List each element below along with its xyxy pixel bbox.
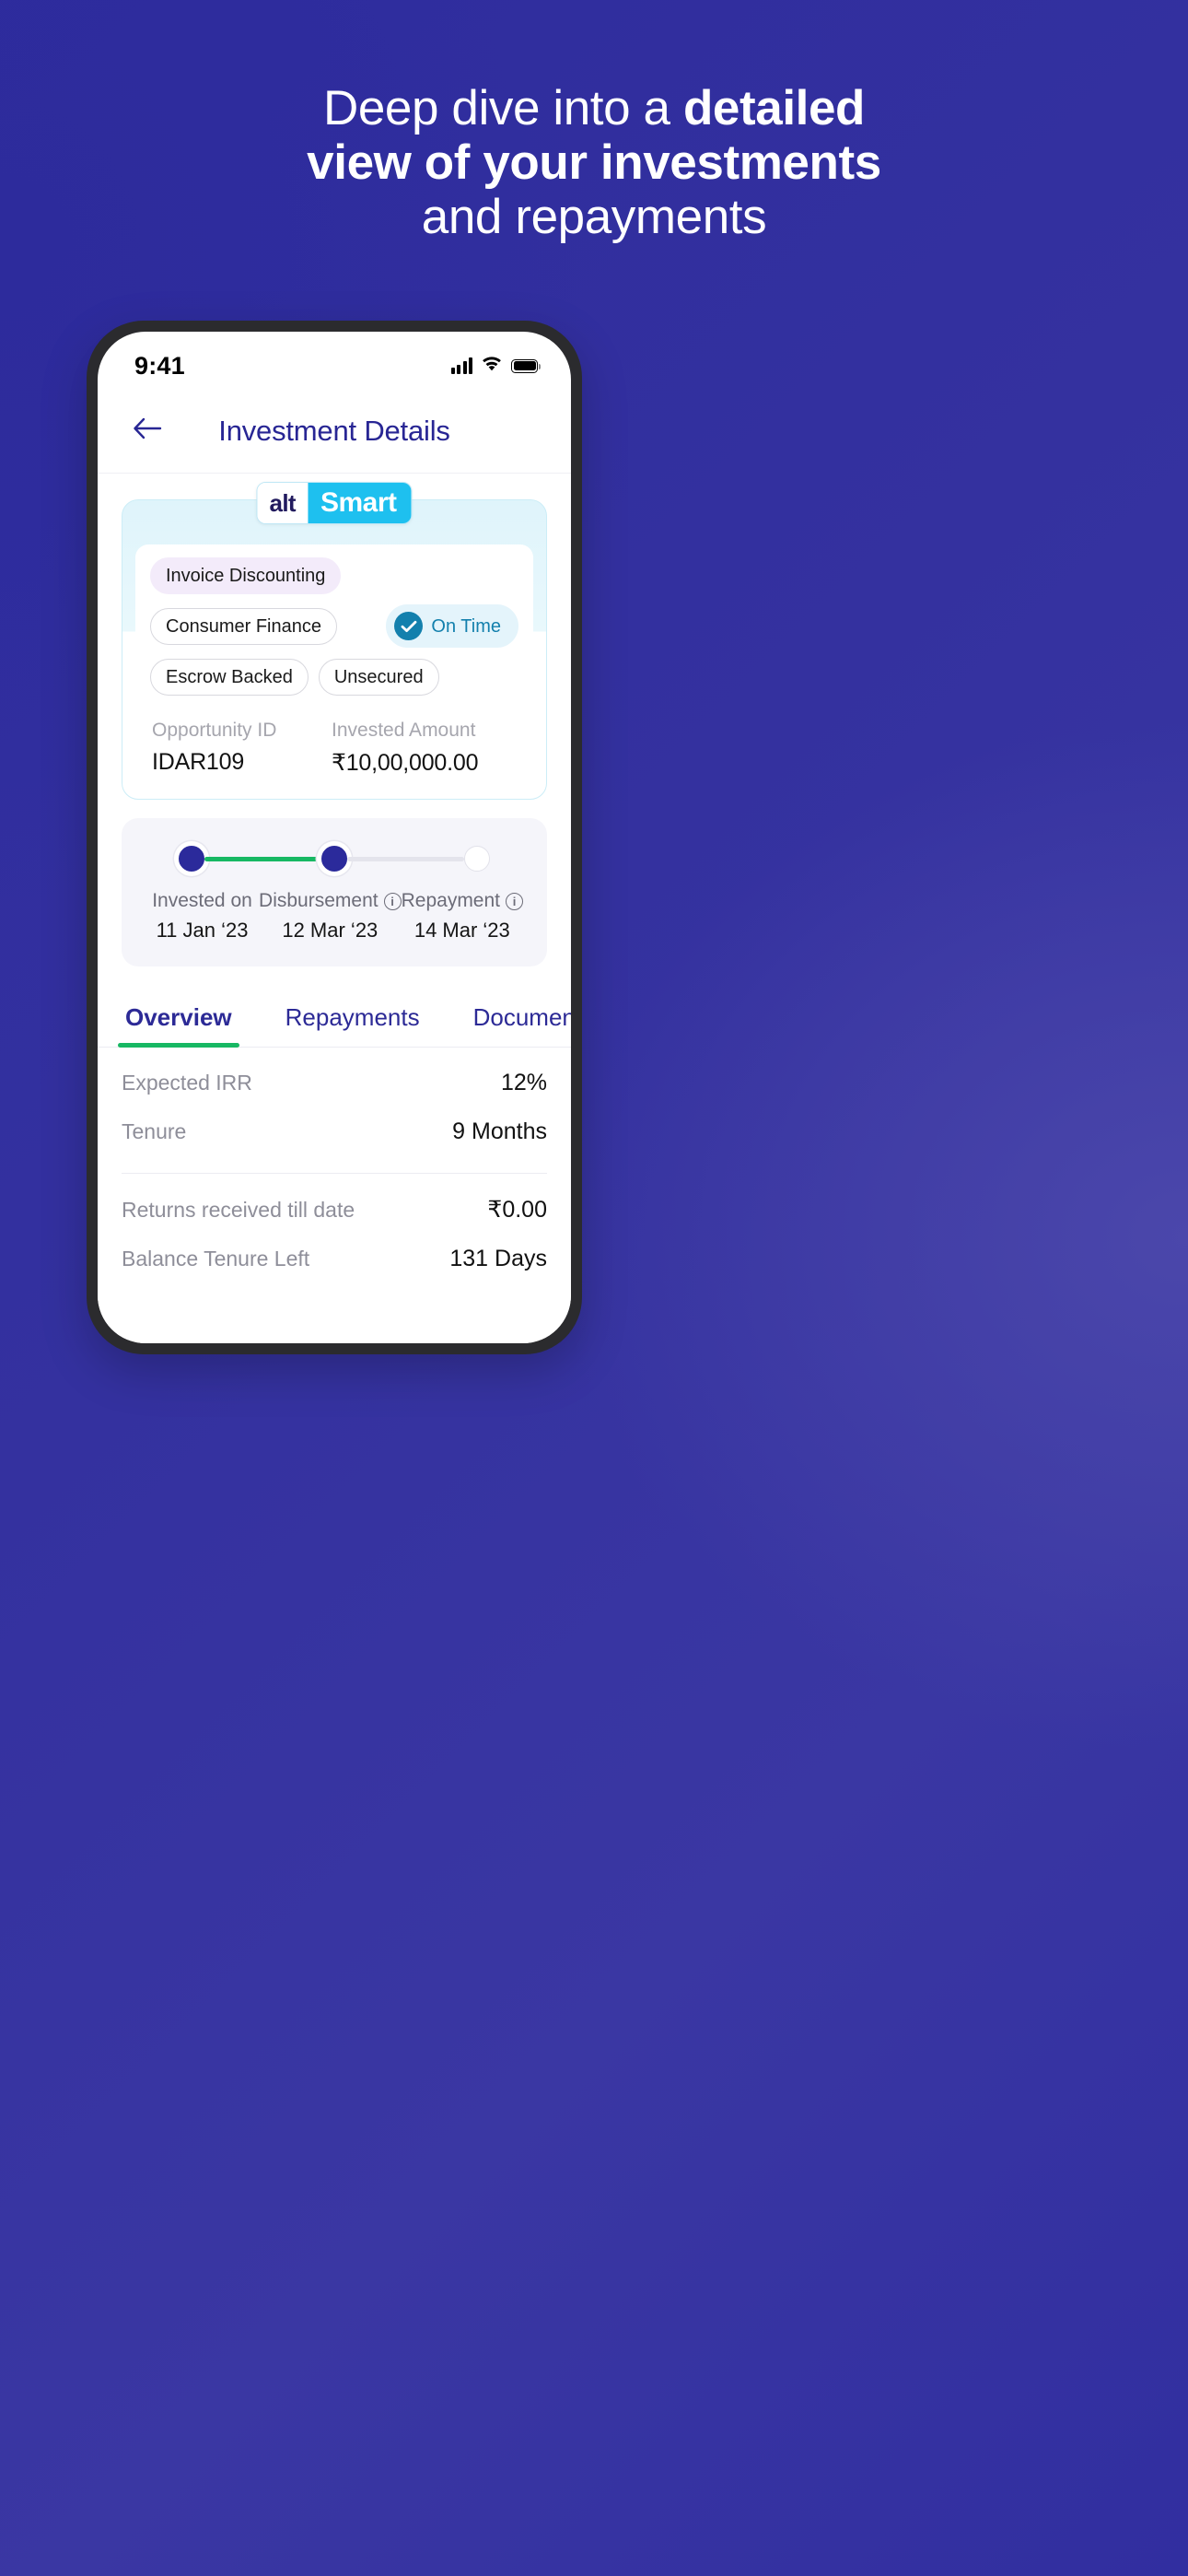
phone-screen: 9:41 Investment Details alt Smart Invoic… [98, 332, 571, 1343]
timeline-step-disbursement: Disbursement i 12 Mar ‘23 [259, 890, 402, 943]
field-invested-amount-value: ₹10,00,000.00 [332, 750, 479, 776]
info-icon[interactable]: i [383, 892, 402, 910]
detail-tabs: Overview Repayments Documents [98, 994, 571, 1048]
battery-icon [511, 358, 542, 373]
chip-escrow-backed[interactable]: Escrow Backed [150, 659, 309, 696]
logo-alt-text: alt [257, 483, 308, 523]
field-invested-amount-label: Invested Amount [332, 720, 476, 741]
timeline-step-disbursement-row: Disbursement i [259, 890, 402, 912]
timeline-step-invested-label: Invested on [152, 890, 252, 911]
tag-chip-row-1: Invoice Discounting Consumer Finance On … [150, 557, 518, 648]
headline-line-1-bold: detailed [682, 81, 866, 135]
timeline-track [146, 846, 523, 872]
headline-line-3: and repayments [421, 190, 767, 244]
summary-card-inner: Invoice Discounting Consumer Finance On … [135, 544, 533, 780]
field-opportunity-id-label: Opportunity ID [152, 720, 277, 741]
phone-mockup: 9:41 Investment Details alt Smart Invoic… [87, 321, 582, 1354]
field-opportunity-id-value: IDAR109 [152, 749, 245, 775]
headline-line-2: view of your investments [307, 135, 881, 190]
status-bar: 9:41 [98, 332, 571, 389]
investment-summary-card: alt Smart Invoice Discounting Consumer F… [122, 482, 547, 800]
chip-consumer-finance[interactable]: Consumer Finance [150, 607, 337, 645]
row-tenure-label: Tenure [122, 1119, 187, 1143]
row-balance-tenure: Balance Tenure Left 131 Days [122, 1224, 547, 1272]
timeline-dot-disbursement [321, 846, 347, 872]
page-title: Investment Details [218, 414, 450, 447]
row-balance-tenure-label: Balance Tenure Left [122, 1247, 310, 1270]
row-tenure-value: 9 Months [452, 1118, 547, 1144]
promo-headline: Deep dive into a detailed view of your i… [0, 81, 1188, 244]
row-expected-irr-value: 12% [500, 1070, 547, 1095]
info-icon[interactable]: i [506, 892, 523, 910]
status-bar-icons [450, 356, 542, 377]
timeline-step-repayment-date: 14 Mar ‘23 [413, 919, 510, 942]
field-opportunity-id: Opportunity ID IDAR109 [152, 720, 332, 777]
investment-timeline: Invested on 11 Jan ‘23 Disbursement i 12… [122, 818, 547, 966]
row-returns-received-value: ₹0.00 [487, 1197, 547, 1223]
tab-repayments[interactable]: Repayments [282, 994, 424, 1047]
wifi-icon [481, 356, 503, 377]
tab-documents[interactable]: Documents [470, 994, 571, 1047]
timeline-step-disbursement-label: Disbursement [259, 890, 379, 911]
row-expected-irr: Expected IRR 12% [122, 1048, 547, 1096]
status-badge-label: On Time [431, 615, 501, 637]
logo-smart-text: Smart [308, 483, 412, 523]
row-tenure: Tenure 9 Months [122, 1096, 547, 1145]
row-expected-irr-label: Expected IRR [122, 1071, 252, 1095]
headline-line-1-plain: Deep dive into a [322, 81, 683, 135]
tag-chip-row-2: Escrow Backed Unsecured [150, 659, 518, 696]
row-balance-tenure-value: 131 Days [449, 1246, 547, 1271]
timeline-step-repayment-label: Repayment [401, 890, 500, 911]
chip-invoice-discounting[interactable]: Invoice Discounting [150, 557, 342, 594]
timeline-labels: Invested on 11 Jan ‘23 Disbursement i 12… [146, 890, 523, 943]
navigation-bar: Investment Details [98, 389, 571, 474]
headline-line-1: Deep dive into a detailed [0, 81, 1188, 135]
status-bar-time: 9:41 [134, 351, 185, 380]
timeline-step-repayment-row: Repayment i [402, 890, 523, 912]
check-circle-icon [394, 612, 424, 640]
timeline-step-invested-date: 11 Jan ‘23 [156, 919, 249, 942]
timeline-segment-2 [347, 856, 464, 861]
alt-smart-logo: alt Smart [256, 482, 413, 524]
back-button[interactable] [127, 411, 168, 451]
cellular-signal-icon [450, 357, 472, 374]
row-returns-received: Returns received till date ₹0.00 [122, 1174, 547, 1224]
row-returns-received-label: Returns received till date [122, 1198, 355, 1222]
timeline-step-disbursement-date: 12 Mar ‘23 [282, 919, 379, 942]
summary-field-row: Opportunity ID IDAR109 Invested Amount ₹… [152, 720, 517, 777]
overview-panel: Expected IRR 12% Tenure 9 Months Returns… [98, 1048, 571, 1272]
screen-content: alt Smart Invoice Discounting Consumer F… [98, 474, 571, 1343]
timeline-dot-repayment [464, 846, 490, 872]
field-invested-amount: Invested Amount ₹10,00,000.00 [332, 720, 478, 777]
status-badge-on-time: On Time [386, 604, 518, 648]
back-arrow-icon [132, 416, 163, 445]
timeline-dot-invested [179, 846, 204, 872]
chip-unsecured[interactable]: Unsecured [318, 659, 439, 696]
timeline-segment-1 [204, 856, 321, 861]
timeline-step-invested: Invested on 11 Jan ‘23 [146, 890, 259, 943]
tab-overview[interactable]: Overview [118, 994, 239, 1048]
timeline-step-repayment: Repayment i 14 Mar ‘23 [402, 890, 523, 943]
